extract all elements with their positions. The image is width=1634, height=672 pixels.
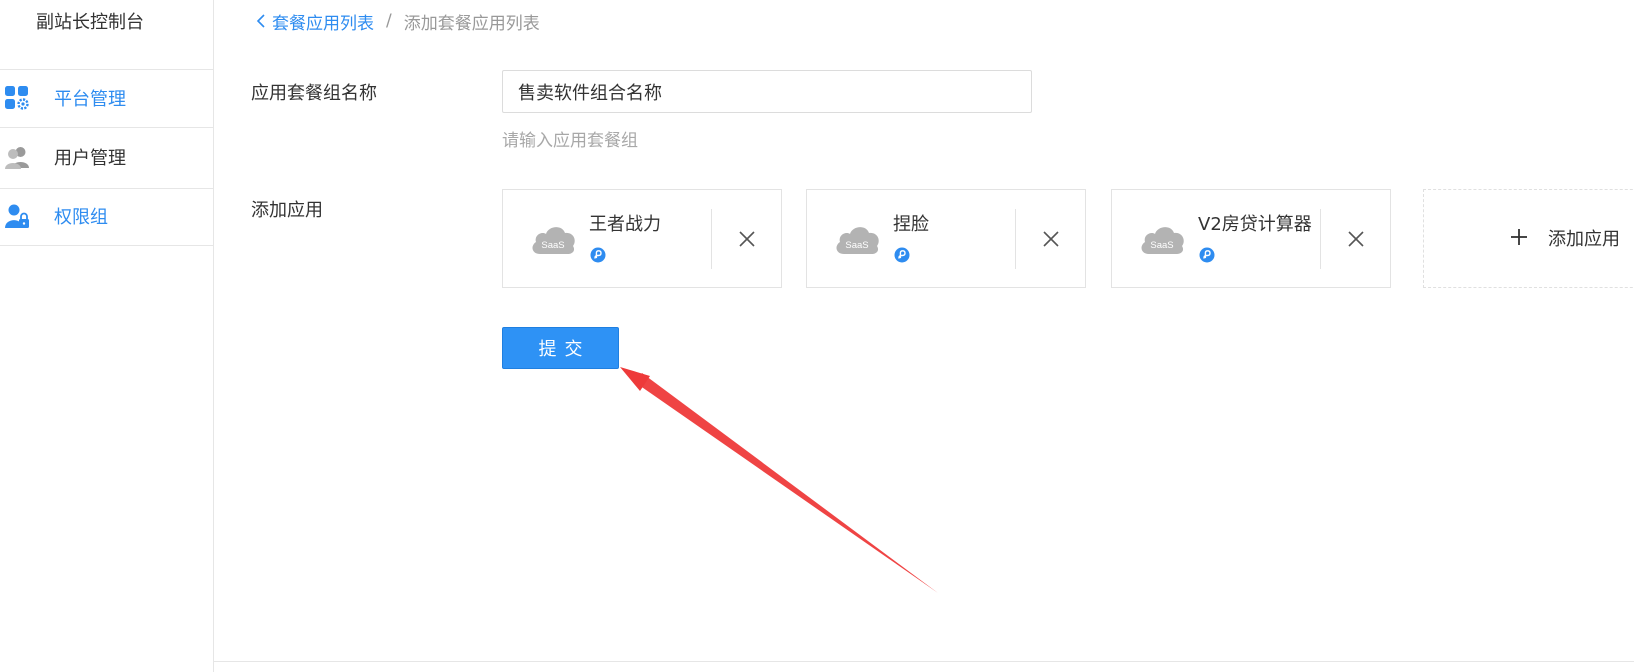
bottom-divider: [214, 661, 1634, 662]
sidebar-item-label: 权限组: [54, 207, 108, 228]
app-card: SaaS 捏脸: [806, 189, 1086, 288]
app-name: 捏脸: [893, 214, 929, 235]
app-card: SaaS V2房贷计算器: [1111, 189, 1391, 288]
saas-cloud-text: SaaS: [845, 240, 868, 251]
sidebar-title: 副站长控制台: [36, 12, 144, 33]
app-name: V2房贷计算器: [1198, 214, 1312, 235]
breadcrumb: 套餐应用列表 / 添加套餐应用列表: [256, 8, 540, 34]
close-icon[interactable]: [1037, 225, 1065, 253]
sidebar-item-label: 平台管理: [54, 89, 126, 110]
close-icon[interactable]: [1342, 225, 1370, 253]
add-apps-label: 添加应用: [251, 200, 323, 221]
breadcrumb-separator: /: [386, 11, 392, 31]
saas-cloud-icon: SaaS: [532, 227, 575, 254]
users-icon: [5, 147, 29, 169]
mini-program-badge-icon: [590, 247, 606, 263]
group-name-hint: 请输入应用套餐组: [502, 131, 638, 151]
breadcrumb-back-link[interactable]: 套餐应用列表: [256, 9, 374, 34]
sidebar: 副站长控制台 平台管理 用户管理 权限组: [0, 0, 214, 672]
saas-cloud-text: SaaS: [1150, 240, 1173, 251]
breadcrumb-current: 添加套餐应用列表: [403, 13, 540, 34]
add-app-button[interactable]: 添加应用: [1423, 189, 1634, 288]
saas-cloud-icon: SaaS: [836, 227, 879, 254]
app-name: 王者战力: [589, 214, 661, 235]
card-divider: [1320, 209, 1321, 269]
chevron-left-icon: [256, 14, 265, 28]
close-icon[interactable]: [733, 225, 761, 253]
sidebar-item-user-management[interactable]: 用户管理: [0, 128, 214, 186]
plus-icon: [1511, 229, 1527, 245]
group-name-label: 应用套餐组名称: [251, 83, 377, 104]
breadcrumb-back-label: 套餐应用列表: [272, 13, 374, 34]
mini-program-badge-icon: [1199, 247, 1215, 263]
sidebar-divider: [0, 245, 214, 246]
user-lock-icon: [5, 204, 29, 228]
card-divider: [711, 209, 712, 269]
sidebar-item-permission-group[interactable]: 权限组: [0, 187, 214, 245]
group-name-input[interactable]: [502, 70, 1032, 113]
saas-cloud-text: SaaS: [541, 240, 564, 251]
apps-gear-icon: [5, 86, 29, 110]
saas-cloud-icon: SaaS: [1141, 227, 1184, 254]
mini-program-badge-icon: [894, 247, 910, 263]
app-root: 副站长控制台 平台管理 用户管理 权限组 套餐应用列表 / 添加套餐应用列表 应…: [0, 0, 1634, 672]
submit-button[interactable]: 提交: [502, 327, 619, 369]
sidebar-item-label: 用户管理: [54, 148, 126, 169]
app-card: SaaS 王者战力: [502, 189, 782, 288]
sidebar-item-platform-management[interactable]: 平台管理: [0, 69, 214, 127]
card-divider: [1015, 209, 1016, 269]
add-app-label: 添加应用: [1548, 229, 1620, 250]
